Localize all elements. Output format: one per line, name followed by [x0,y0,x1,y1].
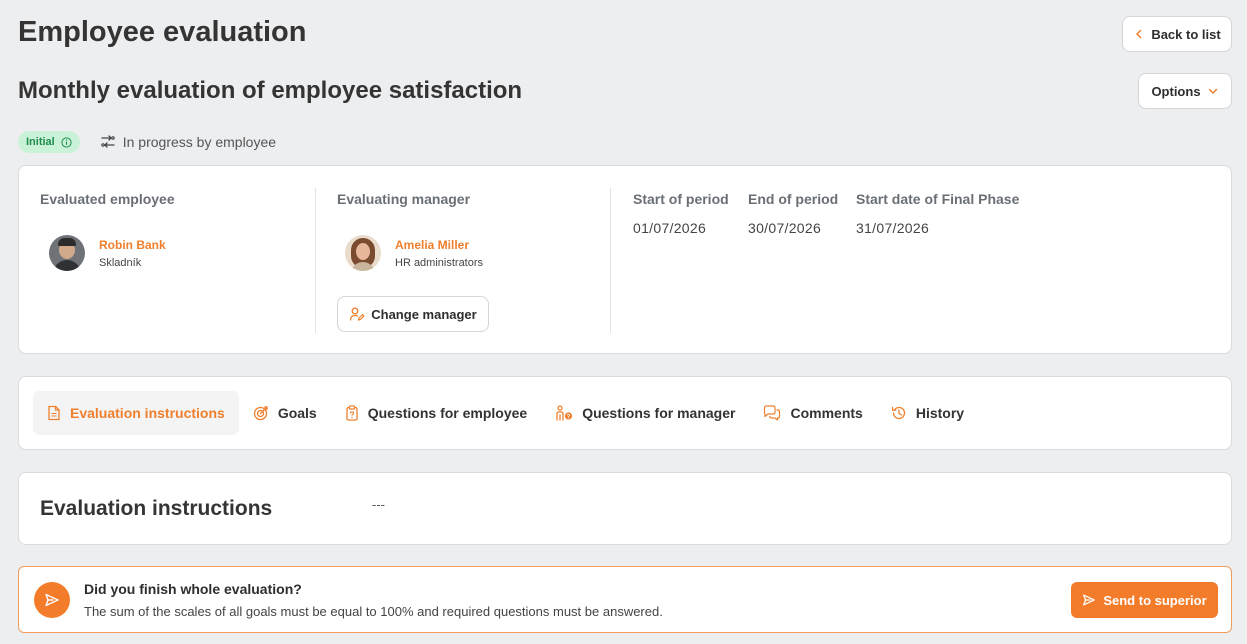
back-to-list-button[interactable]: Back to list [1122,16,1232,52]
send-icon [1083,594,1096,606]
divider [315,188,316,333]
change-manager-label: Change manager [371,306,477,322]
finish-evaluation-banner: Did you finish whole evaluation? The sum… [18,566,1232,633]
history-icon [891,406,905,420]
evaluated-employee-label: Evaluated employee [40,191,175,207]
workflow-icon [100,135,115,148]
tab-history[interactable]: History [877,391,978,435]
change-manager-button[interactable]: Change manager [337,296,489,332]
svg-text:?: ? [567,414,571,420]
clipboard-icon [346,405,358,421]
tab-label: Questions for manager [582,405,736,421]
options-dropdown[interactable]: Options [1138,73,1232,109]
avatar [49,235,85,271]
send-to-superior-label: Send to superior [1103,592,1207,608]
target-icon [253,406,268,421]
workflow-state: In progress by employee [100,134,276,150]
tab-bar: Evaluation instructions Goals Questions … [33,391,978,435]
tab-goals[interactable]: Goals [239,391,331,435]
start-of-period-label: Start of period [633,191,729,207]
evaluating-manager-label: Evaluating manager [337,191,471,207]
tab-label: History [915,405,965,421]
end-of-period-value: 30/07/2026 [748,220,822,236]
finish-question: Did you finish whole evaluation? [84,581,302,597]
send-to-superior-button[interactable]: Send to superior [1071,582,1218,618]
tab-label: Comments [790,405,863,421]
tab-label: Questions for employee [367,405,528,421]
evaluated-employee-name[interactable]: Robin Bank [99,238,166,252]
instructions-title: Evaluation instructions [40,497,273,520]
instructions-card: Evaluation instructions --- [18,472,1232,545]
final-phase-label: Start date of Final Phase [856,191,1020,207]
tab-comments[interactable]: Comments [749,391,876,435]
back-to-list-label: Back to list [1151,26,1221,42]
evaluating-manager-name[interactable]: Amelia Miller [395,238,483,252]
instructions-text: --- [372,497,385,512]
chevron-down-icon [1208,88,1217,94]
page-title: Employee evaluation [18,16,307,48]
tab-questions-for-manager[interactable]: ? Questions for manager [541,391,749,435]
tab-label: Evaluation instructions [70,405,225,421]
workflow-state-label: In progress by employee [122,134,277,150]
finish-requirements: The sum of the scales of all goals must … [84,604,663,619]
chevron-left-icon [1136,29,1142,39]
evaluated-employee-role: Skladník [99,256,142,269]
final-phase-value: 31/07/2026 [856,220,930,236]
send-icon [34,582,70,618]
status-row: Initial In progress by employee [18,131,276,153]
tab-label: Goals [277,405,317,421]
tabs-card: Evaluation instructions Goals Questions … [18,376,1232,450]
evaluating-manager: Amelia Miller HR administrators [345,235,483,271]
info-icon[interactable] [61,136,72,148]
avatar [345,235,381,271]
evaluation-info-card: Evaluated employee Robin Bank Skladník E… [18,165,1232,354]
divider [610,188,611,333]
options-label: Options [1151,83,1201,99]
end-of-period-label: End of period [748,191,839,207]
start-of-period-value: 01/07/2026 [633,220,707,236]
evaluated-employee: Robin Bank Skladník [49,235,166,271]
evaluation-subtitle: Monthly evaluation of employee satisfact… [18,77,523,104]
status-badge: Initial [18,131,80,153]
evaluating-manager-role: HR administrators [395,256,484,269]
status-badge-label: Initial [26,136,55,148]
tab-questions-for-employee[interactable]: Questions for employee [331,391,541,435]
user-edit-icon [350,307,365,321]
comments-icon [764,405,781,421]
person-question-icon: ? [556,405,573,421]
tab-evaluation-instructions[interactable]: Evaluation instructions [33,391,239,435]
document-icon [48,405,60,421]
